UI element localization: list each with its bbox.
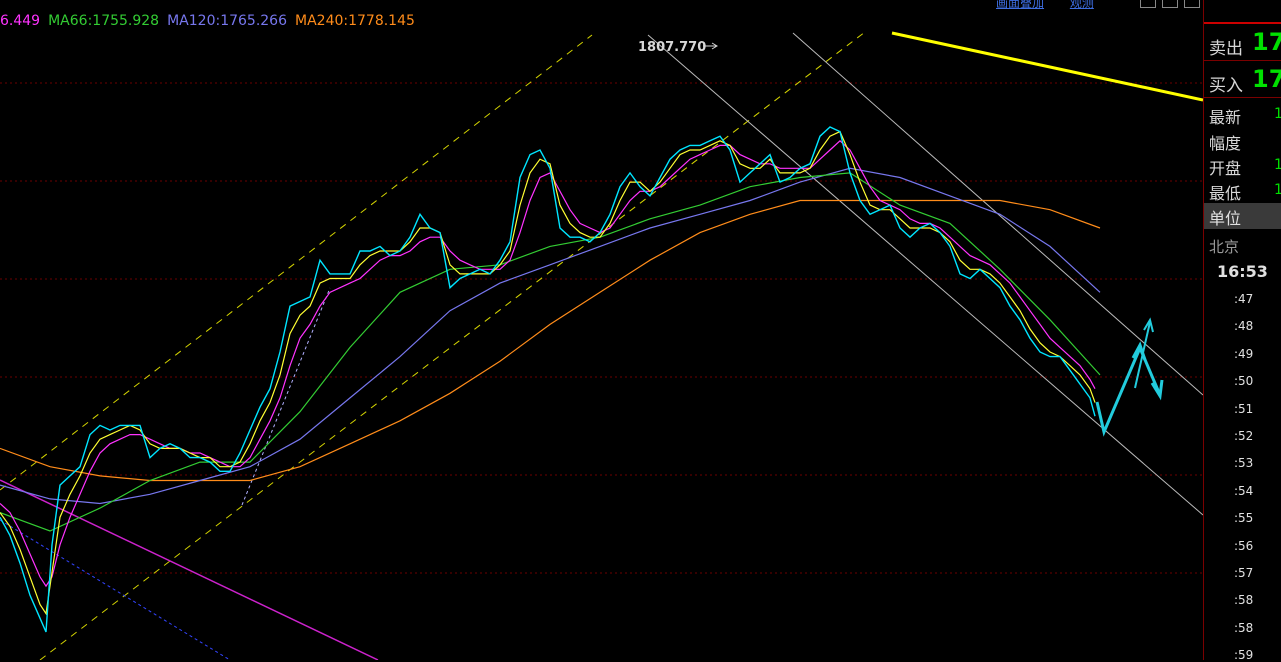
price-series <box>0 126 1101 633</box>
buy-label: 买入 <box>1209 76 1243 96</box>
open-value: 1 <box>1274 157 1281 173</box>
trend-drawings <box>0 31 1203 660</box>
trend-line <box>0 34 593 491</box>
buy-row: 买入 17 <box>1204 63 1281 98</box>
trend-line <box>241 287 331 506</box>
sell-label: 卖出 <box>1209 39 1243 59</box>
trend-line <box>891 31 1203 102</box>
series-line-2 <box>0 139 1096 588</box>
window-button[interactable] <box>1184 0 1200 8</box>
series-line-5 <box>0 199 1101 482</box>
city-label: 北京 <box>1209 238 1240 256</box>
legend-item-0: 6.449 <box>0 13 41 29</box>
overlay-link[interactable]: 画面叠加 <box>996 0 1044 10</box>
time-label: 16:53 <box>1217 262 1268 281</box>
trend-line <box>647 34 1203 516</box>
time-tick: :55 <box>1234 511 1254 526</box>
time-tick: :56 <box>1234 538 1254 553</box>
panel-header-bar <box>1204 0 1281 24</box>
unit-row[interactable]: 单位 <box>1204 203 1281 229</box>
time-tick: :50 <box>1234 374 1254 389</box>
quote-panel: 卖出 17 买入 17 最新 1 幅度 开盘 1 最低 1 单位 北京 16:5… <box>1203 0 1281 662</box>
annotations: 1807.770 <box>638 40 718 55</box>
price-chart[interactable]: 1807.770 <box>0 0 1203 660</box>
grid-lines <box>0 82 1203 574</box>
window-button[interactable] <box>1140 0 1156 8</box>
trend-line <box>39 31 866 660</box>
time-tick: :54 <box>1234 483 1254 498</box>
time-tick: :49 <box>1234 346 1254 361</box>
unit-label: 单位 <box>1209 209 1242 228</box>
low-label: 最低 <box>1209 184 1242 203</box>
series-line-3 <box>0 172 1101 532</box>
forecast-arrow-up <box>1095 347 1142 437</box>
peak-label: 1807.770 <box>638 40 706 55</box>
low-value: 1 <box>1274 182 1281 198</box>
top-links: 画面叠加 观测 <box>996 0 1116 11</box>
series-line-0 <box>0 126 1096 633</box>
time-tick: :58 <box>1234 593 1254 608</box>
legend-item-2: MA120:1765.266 <box>167 13 287 29</box>
observe-link[interactable]: 观测 <box>1070 0 1094 10</box>
time-tick: :53 <box>1234 456 1254 471</box>
time-tick: :57 <box>1234 566 1254 580</box>
window-button[interactable] <box>1162 0 1178 8</box>
latest-value: 1 <box>1274 106 1281 122</box>
time-tick: :48 <box>1234 319 1254 334</box>
sell-row: 卖出 17 <box>1204 26 1281 61</box>
legend-item-1: MA66:1755.928 <box>48 13 160 29</box>
sell-value: 17 <box>1252 28 1281 56</box>
buy-value: 17 <box>1252 65 1281 93</box>
series-line-1 <box>0 130 1096 616</box>
change-label: 幅度 <box>1209 134 1242 153</box>
legend-item-3: MA240:1778.145 <box>295 13 415 29</box>
time-tick: :51 <box>1234 401 1254 416</box>
latest-label: 最新 <box>1209 108 1242 127</box>
series-line-4 <box>0 167 1101 505</box>
ma-legend: 6.449 MA66:1755.928 MA120:1765.266 MA240:17… <box>0 13 423 29</box>
time-tick: :58 <box>1234 620 1254 635</box>
open-label: 开盘 <box>1209 159 1242 178</box>
time-tick: :52 <box>1234 429 1254 443</box>
time-tick: :47 <box>1234 292 1254 306</box>
